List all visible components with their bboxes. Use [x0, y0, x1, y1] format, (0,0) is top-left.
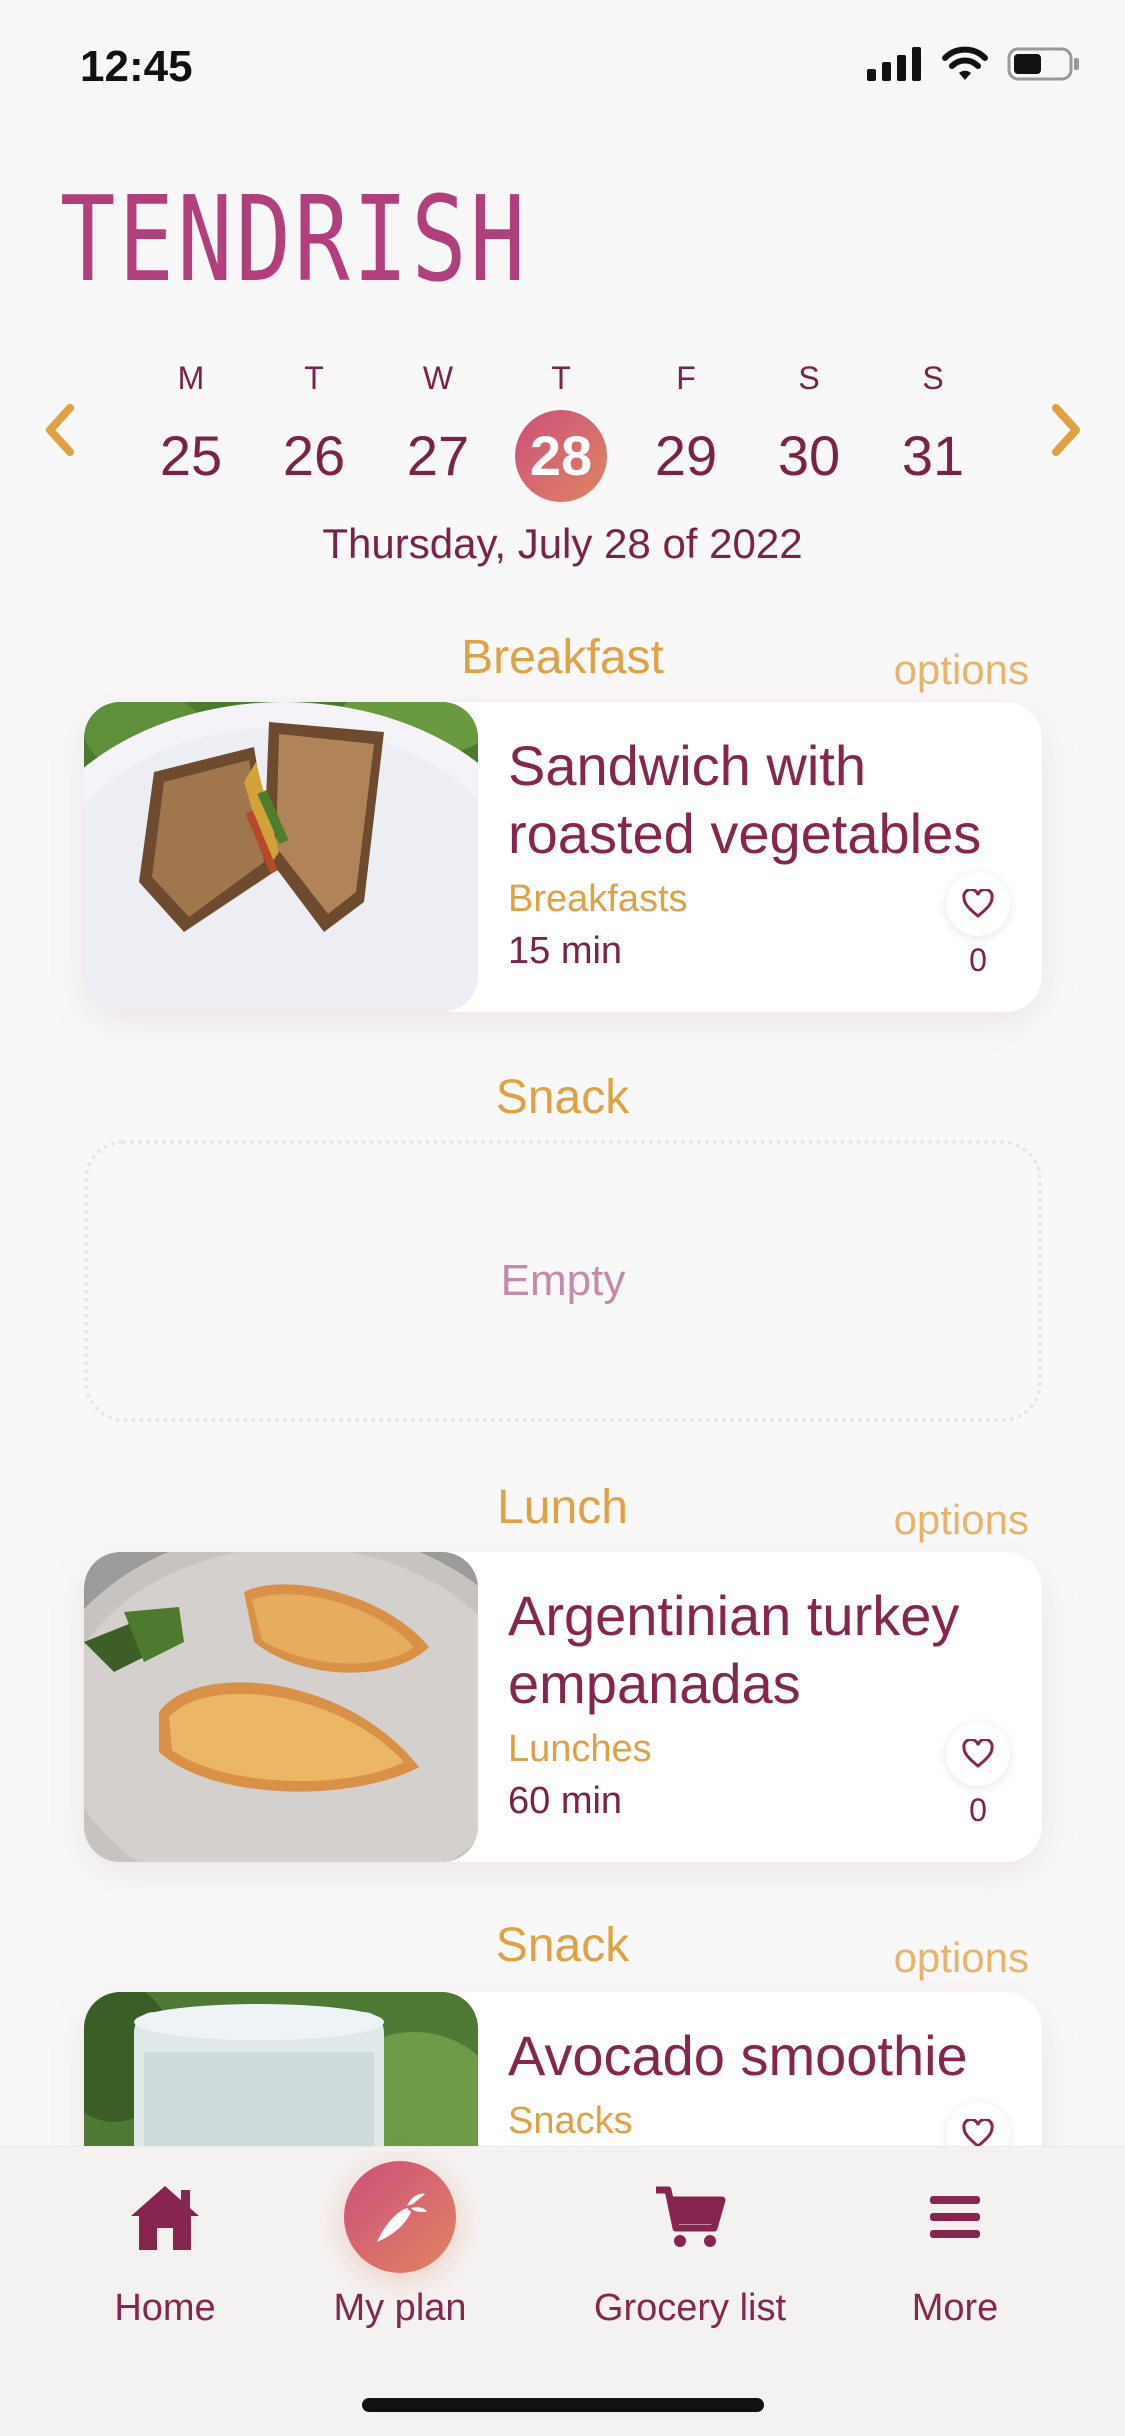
recipe-title: Argentinian turkey empanadas	[508, 1584, 960, 1715]
heart-icon	[962, 2119, 994, 2148]
day-wednesday[interactable]: W 27	[383, 360, 493, 502]
sandwich-recipe-image	[84, 702, 478, 1012]
recipe-time: 15 min	[508, 930, 623, 972]
signal-icon	[867, 47, 921, 81]
my-plan-button	[344, 2161, 456, 2273]
like-button[interactable]	[946, 1722, 1010, 1786]
day-letter: S	[922, 360, 944, 396]
snack-section-title: Snack	[495, 1071, 630, 1124]
tab-label: Home	[114, 2287, 216, 2329]
day-letter: S	[798, 360, 820, 396]
menu-icon	[930, 2196, 980, 2238]
tab-home[interactable]: Home	[80, 2147, 250, 2347]
breakfast-options-link[interactable]: options	[894, 646, 1029, 694]
day-number: 26	[282, 424, 346, 487]
selected-date-label: Thursday, July 28 of 2022	[322, 520, 803, 567]
empty-label: Empty	[500, 1256, 626, 1305]
wifi-icon	[942, 46, 988, 80]
recipe-title: Sandwich with roasted vegetables	[508, 734, 982, 865]
tab-label: My plan	[333, 2287, 467, 2329]
day-letter: M	[177, 360, 205, 396]
day-letter: F	[676, 360, 696, 396]
app-logo: TENDRISH	[60, 170, 529, 308]
day-number: 27	[406, 424, 470, 487]
recipe-category: Snacks	[508, 2100, 633, 2142]
tab-grocery-list[interactable]: Grocery list	[570, 2147, 810, 2347]
day-monday[interactable]: M 25	[136, 360, 246, 502]
heart-icon	[962, 1739, 994, 1768]
recipe-time: 60 min	[508, 1780, 623, 1822]
day-number: 31	[901, 424, 965, 487]
day-letter: T	[304, 360, 324, 396]
day-saturday[interactable]: S 30	[754, 360, 864, 502]
bottom-tab-bar: Home My plan Grocery list More	[0, 2146, 1125, 2436]
day-sunday[interactable]: S 31	[878, 360, 988, 502]
recipe-category: Lunches	[508, 1728, 652, 1770]
breakfast-recipe-card[interactable]: Sandwich with roasted vegetables Breakfa…	[84, 702, 1042, 1012]
cart-icon	[656, 2186, 726, 2247]
next-week-arrow-icon[interactable]	[1046, 400, 1086, 460]
day-number: 30	[777, 424, 841, 487]
tab-my-plan[interactable]: My plan	[320, 2147, 480, 2347]
week-selector: M 25 T 26 W 27 T 28 F 29 S 30 S 31	[0, 360, 1125, 502]
status-bar: 12:45	[0, 0, 1125, 140]
like-count: 0	[969, 1792, 987, 1828]
recipe-category: Breakfasts	[508, 878, 688, 920]
previous-week-arrow-icon[interactable]	[40, 400, 80, 460]
day-number: 29	[654, 424, 718, 487]
empanadas-recipe-image	[84, 1552, 478, 1862]
tab-label: More	[911, 2287, 999, 2329]
recipe-title: Avocado smoothie	[508, 2024, 968, 2087]
day-letter: W	[422, 360, 454, 396]
day-thursday-selected[interactable]: T 28	[506, 360, 616, 502]
tab-label: Grocery list	[593, 2287, 787, 2329]
like-button[interactable]	[946, 872, 1010, 936]
carrot-icon	[377, 2193, 427, 2242]
empty-meal-slot[interactable]: Empty	[84, 1140, 1042, 1422]
day-friday[interactable]: F 29	[631, 360, 741, 502]
day-letter: T	[551, 360, 571, 396]
day-tuesday[interactable]: T 26	[259, 360, 369, 502]
like-count: 0	[969, 942, 987, 978]
day-number-selected: 28	[515, 410, 607, 502]
home-icon	[131, 2186, 199, 2250]
status-time: 12:45	[80, 42, 193, 91]
tab-more[interactable]: More	[880, 2147, 1030, 2347]
heart-icon	[962, 889, 994, 918]
snack-options-link[interactable]: options	[894, 1934, 1029, 1982]
app-header: TENDRISH	[0, 140, 1125, 310]
day-number: 25	[159, 424, 223, 487]
battery-icon	[1007, 47, 1079, 81]
lunch-recipe-card[interactable]: Argentinian turkey empanadas Lunches 60 …	[84, 1552, 1042, 1862]
status-icons	[867, 46, 1081, 82]
home-indicator	[362, 2398, 764, 2412]
lunch-options-link[interactable]: options	[894, 1496, 1029, 1544]
